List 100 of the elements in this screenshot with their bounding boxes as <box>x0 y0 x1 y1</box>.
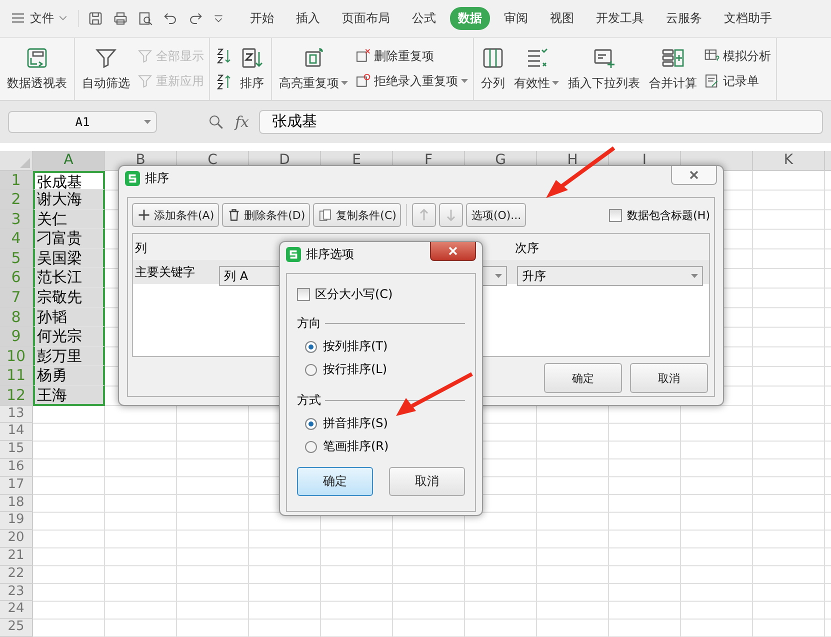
ribbon-button[interactable]: 记录单 <box>704 72 771 90</box>
row-header[interactable]: 18 <box>0 494 33 512</box>
print-preview-icon <box>137 10 154 27</box>
caret-icon <box>691 274 698 278</box>
caret-icon <box>495 274 502 278</box>
copy-icon <box>318 208 334 222</box>
radio-label[interactable]: 按行排序(L) <box>323 361 388 378</box>
row-header[interactable]: 19 <box>0 512 33 530</box>
table-cell-text: 主要关键字 <box>134 264 196 281</box>
close-button[interactable] <box>671 166 717 185</box>
menu-tab[interactable]: 云服务 <box>658 6 710 30</box>
table-cell: 何光宗 <box>33 327 105 347</box>
table-cell: 彭万里 <box>33 346 105 366</box>
menu-tab[interactable]: 文档助手 <box>716 6 780 30</box>
radio-label[interactable]: 笔画排序(R) <box>323 438 389 455</box>
radio-label[interactable]: 拼音排序(S) <box>323 415 388 432</box>
radio-label[interactable]: 按列排序(T) <box>323 338 388 355</box>
menu-tab[interactable]: 公式 <box>404 6 444 30</box>
sort-icon <box>240 46 264 70</box>
column-heading: 次序 <box>514 240 540 257</box>
caret-icon <box>341 81 348 86</box>
ribbon-button[interactable]: 高亮重复项 <box>277 44 350 94</box>
menu-tab[interactable]: 审阅 <box>496 6 536 30</box>
table-cell: 刁富贵 <box>33 229 105 249</box>
ribbon-button[interactable]: 合并计算 <box>647 44 699 94</box>
radio-button[interactable] <box>305 440 317 452</box>
row-header[interactable]: 24 <box>0 601 33 620</box>
sort-ascending-icon <box>215 46 233 65</box>
function-label[interactable]: fx <box>235 112 250 131</box>
radio-button[interactable] <box>305 340 317 352</box>
row-header[interactable]: 25 <box>0 619 33 637</box>
row-header[interactable]: 14 <box>0 423 33 442</box>
ribbon-button[interactable]: 拒绝录入重复项 <box>355 72 468 90</box>
table-cell: 关仁 <box>33 210 105 230</box>
row-header[interactable]: 16 <box>0 459 33 477</box>
block-duplicates-icon <box>355 73 371 90</box>
table-cell: 孙韬 <box>33 308 105 328</box>
annotation-arrow <box>546 146 616 198</box>
ribbon-button[interactable]: 删除重复项 <box>355 48 468 65</box>
ribbon-button[interactable]: 分列 <box>479 44 507 94</box>
ribbon-button[interactable]: 自动筛选 <box>80 44 132 94</box>
name-box[interactable]: A1 <box>8 110 157 133</box>
menu-tab[interactable]: 插入 <box>288 6 328 30</box>
table-cell: 范长江 <box>33 268 105 288</box>
case-checkbox[interactable]: 区分大小写(C) <box>297 286 465 303</box>
table-cell: 王海 <box>33 386 105 406</box>
save-icon <box>87 10 104 27</box>
row-header[interactable]: 23 <box>0 584 33 602</box>
dialog-button[interactable]: 取消 <box>630 363 708 393</box>
section-title: 方向 <box>297 315 321 332</box>
sort-ascending-button[interactable] <box>215 46 233 65</box>
row-header[interactable]: 17 <box>0 476 33 495</box>
caret-icon <box>552 81 559 86</box>
radio-button[interactable] <box>305 418 317 430</box>
sort-descending-button[interactable] <box>215 72 233 91</box>
row-header[interactable]: 22 <box>0 566 33 584</box>
close-icon <box>447 245 459 257</box>
column-heading: 列 <box>134 240 148 257</box>
ribbon-button[interactable]: 数据透视表 <box>5 44 69 94</box>
radio-button[interactable] <box>305 364 317 376</box>
toolbar-button[interactable]: 删除条件(D) <box>222 203 310 227</box>
row-header[interactable]: 13 <box>0 406 33 424</box>
order-dropdown[interactable]: 升序 <box>517 266 703 286</box>
app-logo-icon <box>286 247 301 262</box>
dialog-button[interactable]: 确定 <box>297 467 373 496</box>
dialog-button[interactable]: 取消 <box>389 467 465 496</box>
formula-field[interactable]: 张成基 <box>259 110 823 134</box>
row-header[interactable]: 15 <box>0 441 33 460</box>
close-icon <box>688 169 700 181</box>
menu-tab[interactable]: 页面布局 <box>334 6 398 30</box>
menu-tab[interactable]: 视图 <box>542 6 582 30</box>
delete-duplicates-icon <box>355 48 371 64</box>
ribbon-button[interactable]: 有效性 <box>512 44 561 94</box>
plus-icon <box>137 208 151 222</box>
filter-icon <box>137 73 153 90</box>
sort-descending-icon <box>215 72 233 91</box>
toolbar-button[interactable]: 添加条件(A) <box>132 203 220 227</box>
caret-icon <box>144 120 151 124</box>
ribbon-button[interactable]: 模拟分析 <box>704 48 771 65</box>
toolbar-button[interactable]: 选项(O)... <box>466 203 526 227</box>
split-columns-icon <box>481 46 505 70</box>
app-logo-icon <box>125 171 140 186</box>
row-header[interactable]: 20 <box>0 530 33 548</box>
menu-tab[interactable]: 开始 <box>242 6 282 30</box>
pivot-table-icon <box>25 46 49 70</box>
table-cell: 宗敬先 <box>33 288 105 308</box>
header-checkbox[interactable]: 数据包含标题(H) <box>609 208 710 222</box>
ribbon-button[interactable]: 插入下拉列表 <box>566 44 642 94</box>
file-menu[interactable]: 文件 <box>6 6 72 31</box>
caret-icon <box>461 79 468 84</box>
zoom-icon <box>207 112 225 131</box>
toolbar-button[interactable]: 复制条件(C) <box>313 203 402 227</box>
dialog-button[interactable]: 确定 <box>544 363 622 393</box>
print-icon <box>112 10 129 27</box>
menu-tab[interactable]: 开发工具 <box>588 6 652 30</box>
ribbon-button[interactable]: 排序 <box>238 44 266 94</box>
trash-icon <box>227 208 242 222</box>
close-button[interactable] <box>430 242 476 261</box>
dialog-title: 排序选项 <box>306 246 354 263</box>
row-header[interactable]: 21 <box>0 548 33 566</box>
